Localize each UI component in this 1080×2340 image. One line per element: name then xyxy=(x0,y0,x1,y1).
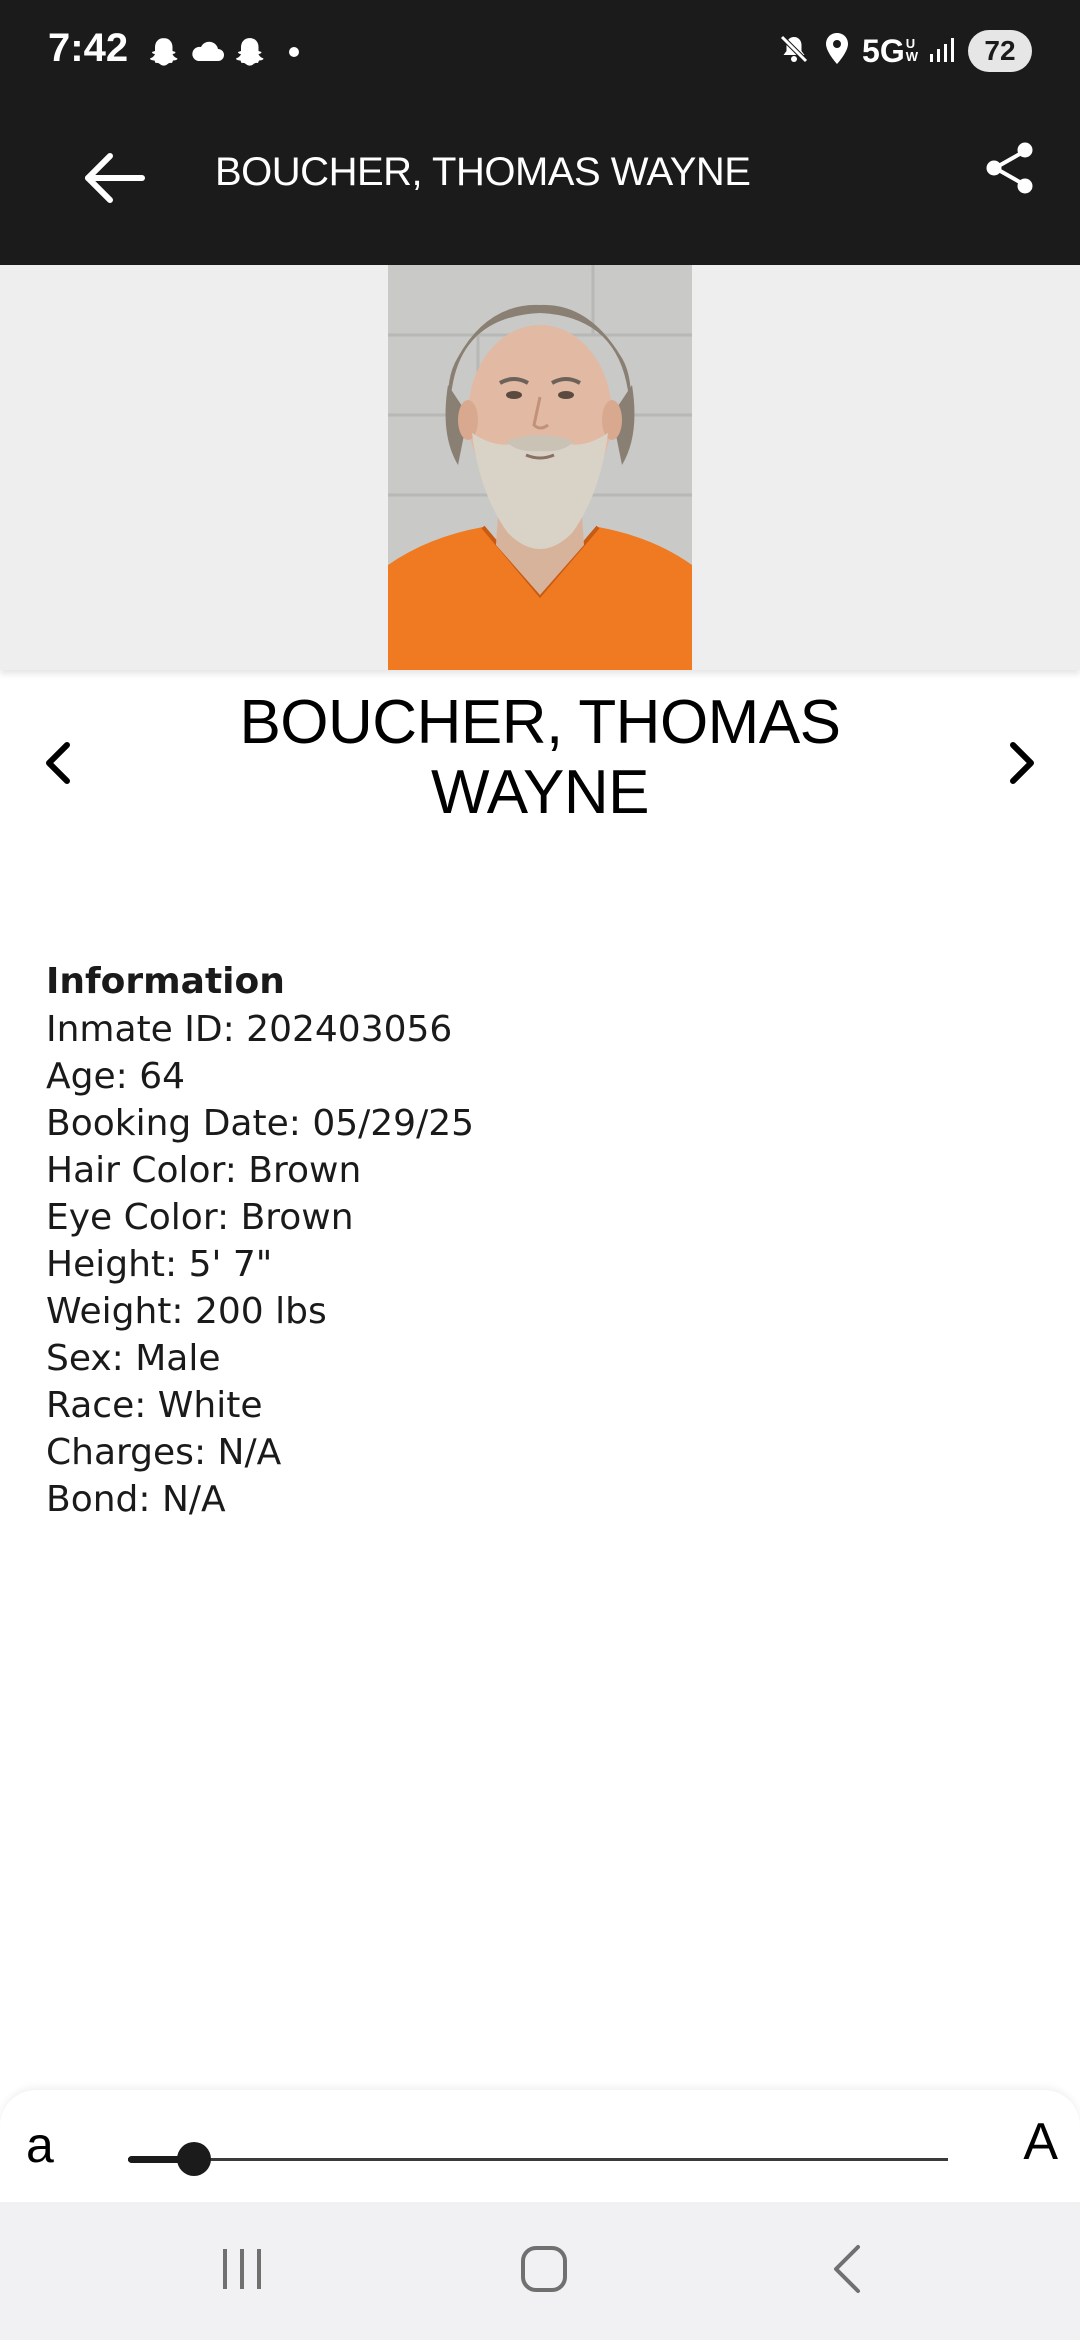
network-indicator: 5G U W xyxy=(862,33,918,70)
mute-icon xyxy=(776,31,812,72)
information-section: Information Inmate ID: 202403056 Age: 64 B… xyxy=(46,958,946,1523)
text-size-slider-thumb[interactable] xyxy=(177,2142,211,2176)
text-size-slider[interactable] xyxy=(128,2142,948,2176)
info-row: Hair Color: Brown xyxy=(46,1150,362,1191)
back-icon xyxy=(828,2243,864,2300)
home-button[interactable] xyxy=(464,2202,624,2340)
location-icon xyxy=(822,31,852,72)
info-row: Booking Date: 05/29/25 xyxy=(46,1103,475,1144)
info-row: Race: White xyxy=(46,1385,263,1426)
system-nav-bar xyxy=(0,2202,1080,2340)
home-icon xyxy=(519,2244,569,2299)
next-record-button[interactable] xyxy=(992,730,1052,800)
information-list: Inmate ID: 202403056 Age: 64 Booking Date:… xyxy=(46,1006,946,1523)
info-row: Age: 64 xyxy=(46,1056,186,1097)
status-bar: 7:42 5G U W 72 xyxy=(0,0,1080,100)
battery-indicator: 72 xyxy=(968,30,1032,72)
photo-area xyxy=(0,265,1080,670)
recent-apps-button[interactable] xyxy=(162,2202,322,2340)
info-row: Charges: N/A xyxy=(46,1432,282,1473)
snapchat-icon xyxy=(146,34,182,70)
chevron-left-icon xyxy=(43,741,73,790)
recent-apps-icon xyxy=(217,2247,267,2296)
status-notification-icons xyxy=(146,30,300,74)
status-time: 7:42 xyxy=(48,26,129,70)
person-name: BOUCHER, THOMAS WAYNE xyxy=(239,688,841,827)
share-button[interactable] xyxy=(970,130,1050,210)
status-system-icons: 5G U W 72 xyxy=(776,28,1032,74)
cloud-icon xyxy=(188,37,226,67)
info-row: Inmate ID: 202403056 xyxy=(46,1009,453,1050)
text-size-small-label: a xyxy=(26,2117,54,2173)
info-row: Weight: 200 lbs xyxy=(46,1291,327,1332)
info-row: Eye Color: Brown xyxy=(46,1197,354,1238)
network-sub-labels: U W xyxy=(906,33,918,63)
network-sub-bottom: W xyxy=(905,48,918,64)
network-sub-top: U xyxy=(905,35,916,51)
text-size-control: a A xyxy=(0,2090,1080,2202)
notification-dot-icon xyxy=(288,46,300,58)
info-row: Height: 5' 7" xyxy=(46,1244,273,1285)
network-type: 5G xyxy=(862,32,905,69)
app-bar: BOUCHER, THOMAS WAYNE xyxy=(0,100,1080,265)
name-section: BOUCHER, THOMAS WAYNE xyxy=(0,670,1080,850)
information-heading: Information xyxy=(46,961,285,1002)
arrow-left-icon xyxy=(82,150,146,211)
back-button[interactable] xyxy=(74,140,154,220)
info-row: Sex: Male xyxy=(46,1338,221,1379)
snapchat-icon xyxy=(232,34,268,70)
info-row: Bond: N/A xyxy=(46,1479,226,1520)
mugshot-photo[interactable] xyxy=(388,265,692,670)
text-size-large-label: A xyxy=(1023,2113,1058,2171)
system-back-button[interactable] xyxy=(766,2202,926,2340)
share-icon xyxy=(981,139,1039,202)
signal-icon xyxy=(928,34,958,69)
app-bar-title: BOUCHER, THOMAS WAYNE xyxy=(215,150,751,194)
chevron-right-icon xyxy=(1007,741,1037,790)
previous-record-button[interactable] xyxy=(28,730,88,800)
